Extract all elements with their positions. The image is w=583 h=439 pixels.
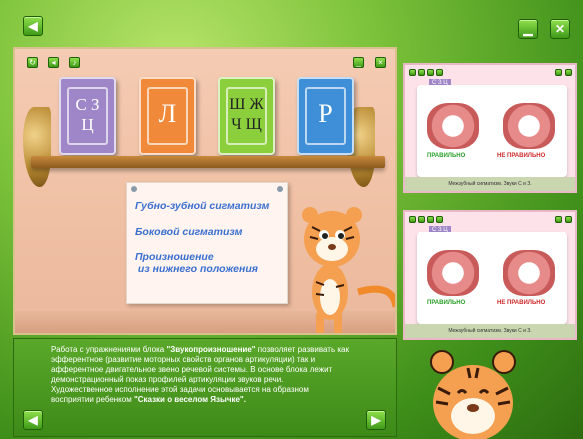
arrow-right-icon: ▶ (371, 413, 381, 427)
mouth-profile-wrong (503, 250, 555, 296)
label-correct: ПРАВИЛЬНО (427, 300, 466, 306)
speaker-icon: ♪ (72, 58, 77, 67)
menu-item-labiodental[interactable]: Губно-зубной сигматизм (135, 200, 269, 212)
label-wrong: НЕ ПРАВИЛЬНО (497, 300, 546, 306)
menu-item-lateral[interactable]: Боковой сигматизм (135, 226, 242, 238)
arrow-left-icon: ◂ (51, 58, 56, 67)
mouth-profile-wrong (503, 103, 555, 149)
label-correct: ПРАВИЛЬНО (427, 153, 466, 159)
back-small-button[interactable]: ◂ (48, 57, 59, 68)
minimize-button[interactable]: ▁ (518, 19, 538, 39)
book-label: С З Ц (67, 87, 108, 145)
thumb-caption: Межзубный сигматизм. Звуки С и З. (405, 324, 575, 338)
pin-icon (277, 186, 283, 192)
label-wrong: НЕ ПРАВИЛЬНО (497, 153, 546, 159)
tiger-mascot (302, 207, 395, 333)
open-book: ПРАВИЛЬНО НЕ ПРАВИЛЬНО (417, 85, 567, 177)
book-label: Ш Ж Ч Щ (226, 87, 267, 145)
thumb-button (436, 69, 443, 76)
thumb-button (436, 216, 443, 223)
description-panel: Работа с упражнениями блока "Звукопроизн… (13, 338, 397, 437)
open-book: ПРАВИЛЬНО НЕ ПРАВИЛЬНО (417, 232, 567, 324)
thumb-button (565, 216, 572, 223)
reload-button[interactable]: ↻ (27, 57, 38, 68)
minimize-icon: ▁ (523, 22, 533, 36)
next-button[interactable]: ▶ (366, 410, 386, 430)
reload-icon: ↻ (29, 58, 36, 67)
book-label: Л (147, 87, 188, 145)
arrow-left-icon: ◀ (28, 19, 38, 33)
close-small-button[interactable]: × (375, 57, 386, 68)
minimize-small-button[interactable]: _ (353, 57, 364, 68)
mouth-profile-correct (427, 250, 479, 296)
shelf (31, 156, 385, 168)
thumb-button (418, 216, 425, 223)
close-icon: × (378, 58, 383, 67)
book-shzhchshch[interactable]: Ш Ж Ч Щ (218, 77, 275, 155)
sigmatism-menu: Губно-зубной сигматизм Боковой сигматизм… (126, 182, 288, 304)
tiger-head-icon (430, 350, 516, 439)
description-text: Работа с упражнениями блока "Звукопроизн… (51, 345, 349, 404)
close-icon: ✕ (554, 22, 566, 36)
main-panel: ↻ ◂ ♪ _ × С З Ц Л Ш Ж Ч Щ Р Губно-зубной… (13, 47, 397, 335)
sound-button[interactable]: ♪ (69, 57, 80, 68)
book-szc[interactable]: С З Ц (59, 77, 116, 155)
shelf-bracket-left (23, 107, 51, 187)
thumb-button (427, 69, 434, 76)
thumb-button (427, 216, 434, 223)
thumb-button (555, 216, 562, 223)
pin-icon (131, 186, 137, 192)
menu-item-lower-position[interactable]: Произношение из нижнего положения (135, 251, 258, 275)
thumb-button (409, 69, 416, 76)
preview-thumbnail-1[interactable]: С З Ц ПРАВИЛЬНО НЕ ПРАВИЛЬНО Межзубный с… (403, 63, 577, 193)
thumb-button (555, 69, 562, 76)
mouth-profile-correct (427, 103, 479, 149)
thumb-button (565, 69, 572, 76)
back-button[interactable]: ◀ (23, 16, 43, 36)
thumb-caption: Межзубный сигматизм. Звуки С и З. (405, 177, 575, 191)
arrow-left-icon: ◀ (28, 413, 38, 427)
minimize-icon: _ (356, 58, 361, 67)
close-button[interactable]: ✕ (550, 19, 570, 39)
book-label: Р (305, 87, 346, 145)
prev-button[interactable]: ◀ (23, 410, 43, 430)
book-l[interactable]: Л (139, 77, 196, 155)
preview-thumbnail-2[interactable]: С З Ц ПРАВИЛЬНО НЕ ПРАВИЛЬНО Межзубный с… (403, 210, 577, 340)
thumb-button (418, 69, 425, 76)
thumb-button (409, 216, 416, 223)
book-r[interactable]: Р (297, 77, 354, 155)
